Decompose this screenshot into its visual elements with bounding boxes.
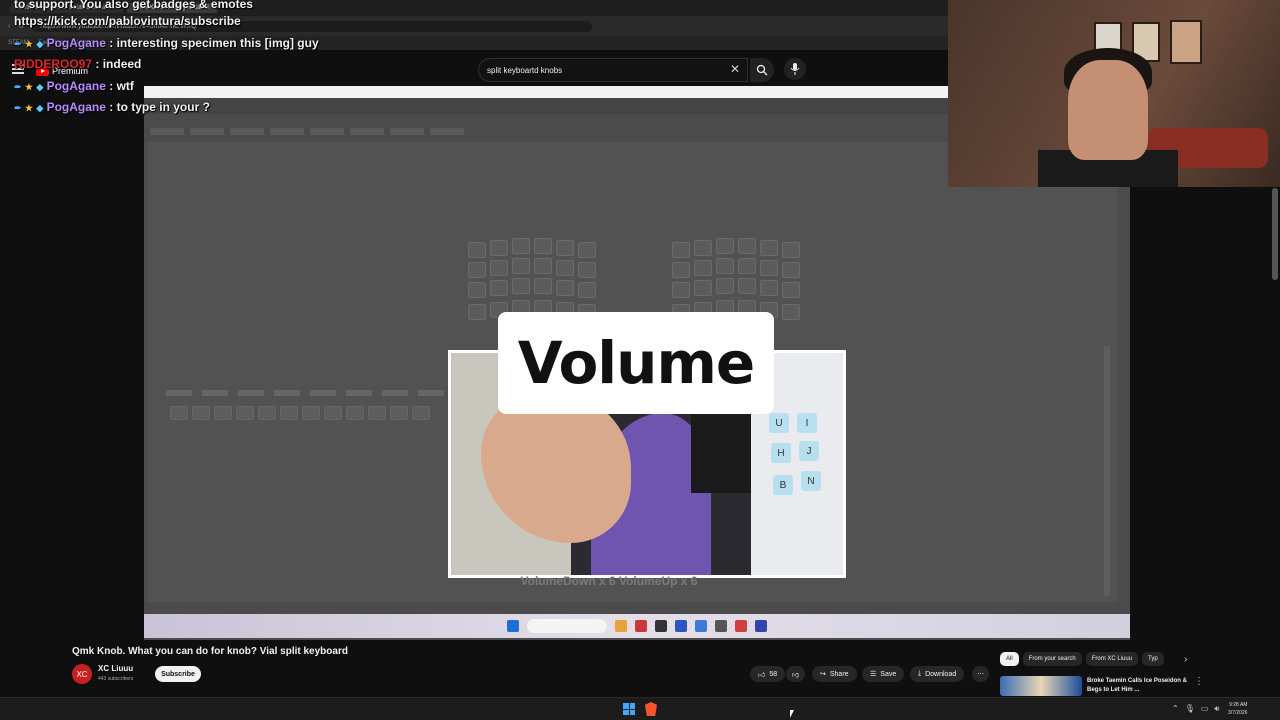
video-title: Qmk Knob. What you can do for knob? Vial… bbox=[72, 646, 348, 657]
video-app-scrollbar bbox=[1104, 346, 1110, 596]
share-button[interactable]: ↪ Share bbox=[812, 666, 857, 682]
video-windows-taskbar bbox=[144, 614, 1130, 638]
clock-time: 9:28 AM bbox=[1229, 702, 1248, 708]
chat-text: to type in your ? bbox=[116, 100, 210, 114]
close-icon[interactable]: ✕ bbox=[730, 62, 740, 76]
chat-username: PogAgane bbox=[46, 100, 106, 114]
chat-text: https://kick.com/pablovintura/subscribe bbox=[14, 14, 241, 28]
moderator-badge-icon: ✒ bbox=[14, 103, 22, 113]
gem-badge-icon: ◆ bbox=[36, 82, 44, 92]
chat-username: PogAgane bbox=[46, 36, 106, 50]
chat-text: to support. You also get badges & emotes bbox=[14, 0, 253, 11]
search-icon bbox=[756, 64, 768, 76]
like-count: 58 bbox=[769, 670, 778, 678]
share-icon: ↪ bbox=[820, 671, 826, 678]
system-tray: ⌃ 🎙︎ ▭ 🔊︎ bbox=[1172, 704, 1219, 714]
dislike-button[interactable]: 👎︎ bbox=[786, 666, 806, 682]
dislike-icon: 👎︎ bbox=[792, 671, 800, 679]
video-app-keycode-row bbox=[170, 406, 430, 420]
video-app-titlebar bbox=[144, 86, 948, 98]
save-label: Save bbox=[880, 670, 897, 678]
download-label: Download bbox=[925, 670, 957, 678]
search-input[interactable]: split keyboartd knobs bbox=[478, 58, 748, 82]
star-badge-icon: ★ bbox=[24, 82, 33, 92]
back-icon[interactable]: ‹ bbox=[8, 23, 10, 30]
save-icon: ☰ bbox=[870, 671, 877, 678]
youtube-header: Premium split keyboartd knobs ✕ bbox=[0, 50, 948, 86]
star-badge-icon: ★ bbox=[24, 103, 33, 113]
search-button[interactable] bbox=[750, 58, 774, 82]
chat-message: ✒ ★ ◆ PogAgane : interesting specimen th… bbox=[14, 36, 319, 50]
channel-avatar[interactable]: XC bbox=[72, 664, 92, 684]
recommendation-filter-chips: All From your search From XC Liuuu Typ bbox=[1000, 652, 1164, 666]
chat-message: ✒ ★ ◆ PogAgane : wtf bbox=[14, 79, 134, 93]
video-caption: VolumeDown x 6 VolumeUp x 6 bbox=[520, 574, 698, 588]
recommendation-thumbnail[interactable] bbox=[1000, 676, 1082, 696]
mouse-cursor bbox=[790, 710, 794, 718]
channel-subscribers: 443 subscribers bbox=[98, 676, 134, 682]
chevron-right-icon[interactable]: › bbox=[1184, 654, 1187, 665]
chat-username: RIDDEROO97 bbox=[14, 57, 93, 71]
chat-text: wtf bbox=[116, 79, 134, 93]
chip-type[interactable]: Typ bbox=[1142, 652, 1164, 666]
mic-icon bbox=[790, 63, 800, 75]
like-icon: 👍︎ bbox=[758, 671, 766, 679]
share-label: Share bbox=[829, 670, 849, 678]
chat-message: to support. You also get badges & emotes bbox=[14, 0, 253, 11]
chat-text: interesting specimen this [img] guy bbox=[116, 36, 319, 50]
download-button[interactable]: ⤓ Download bbox=[910, 666, 965, 682]
moderator-badge-icon: ✒ bbox=[14, 82, 22, 92]
streamer-image bbox=[1068, 60, 1148, 160]
more-icon[interactable]: ⋮ bbox=[1194, 676, 1204, 687]
volume-overlay-card: Volume bbox=[498, 312, 774, 414]
chip-all[interactable]: All bbox=[1000, 652, 1019, 666]
taskbar-clock[interactable]: 9:28 AM 3/7/2026 bbox=[1228, 701, 1247, 717]
volume-icon[interactable]: 🔊︎ bbox=[1214, 704, 1219, 714]
webcam-overlay bbox=[948, 0, 1280, 187]
network-icon[interactable]: ▭ bbox=[1201, 704, 1209, 714]
subscribe-button[interactable]: Subscribe bbox=[155, 666, 201, 682]
mic-tray-icon[interactable]: 🎙︎ bbox=[1185, 704, 1195, 714]
save-button[interactable]: ☰ Save bbox=[862, 666, 905, 682]
like-button[interactable]: 👍︎ 58 bbox=[750, 666, 786, 682]
moderator-badge-icon: ✒ bbox=[14, 39, 22, 49]
more-actions-button[interactable]: ⋯ bbox=[972, 666, 989, 682]
channel-name[interactable]: XC Liuuu bbox=[98, 664, 133, 673]
windows-start-icon[interactable] bbox=[623, 703, 635, 715]
gem-badge-icon: ◆ bbox=[36, 103, 44, 113]
mic-button[interactable] bbox=[784, 58, 806, 80]
brave-icon[interactable] bbox=[645, 702, 657, 716]
recommendation-title[interactable]: Broke Taemin Calls Ice Poseidon & Begs t… bbox=[1087, 677, 1187, 695]
chip-from-channel[interactable]: From XC Liuuu bbox=[1085, 652, 1139, 666]
volume-overlay-text: Volume bbox=[517, 329, 756, 397]
chip-from-search[interactable]: From your search bbox=[1022, 652, 1082, 666]
chat-username: PogAgane bbox=[46, 79, 106, 93]
chat-message: RIDDEROO97 : indeed bbox=[14, 57, 142, 71]
chat-message: ✒ ★ ◆ PogAgane : to type in your ? bbox=[14, 100, 210, 114]
clock-date: 3/7/2026 bbox=[1228, 710, 1248, 716]
chevron-up-icon[interactable]: ⌃ bbox=[1172, 704, 1179, 714]
download-icon: ⤓ bbox=[918, 670, 922, 677]
windows-taskbar: ⌃ 🎙︎ ▭ 🔊︎ 9:28 AM 3/7/2026 bbox=[0, 697, 1280, 720]
page-scrollbar[interactable] bbox=[1272, 188, 1278, 280]
star-badge-icon: ★ bbox=[24, 39, 33, 49]
gem-badge-icon: ◆ bbox=[36, 39, 44, 49]
chat-message: https://kick.com/pablovintura/subscribe bbox=[14, 14, 241, 28]
more-icon: ⋯ bbox=[977, 671, 984, 678]
chat-text: indeed bbox=[102, 57, 142, 71]
